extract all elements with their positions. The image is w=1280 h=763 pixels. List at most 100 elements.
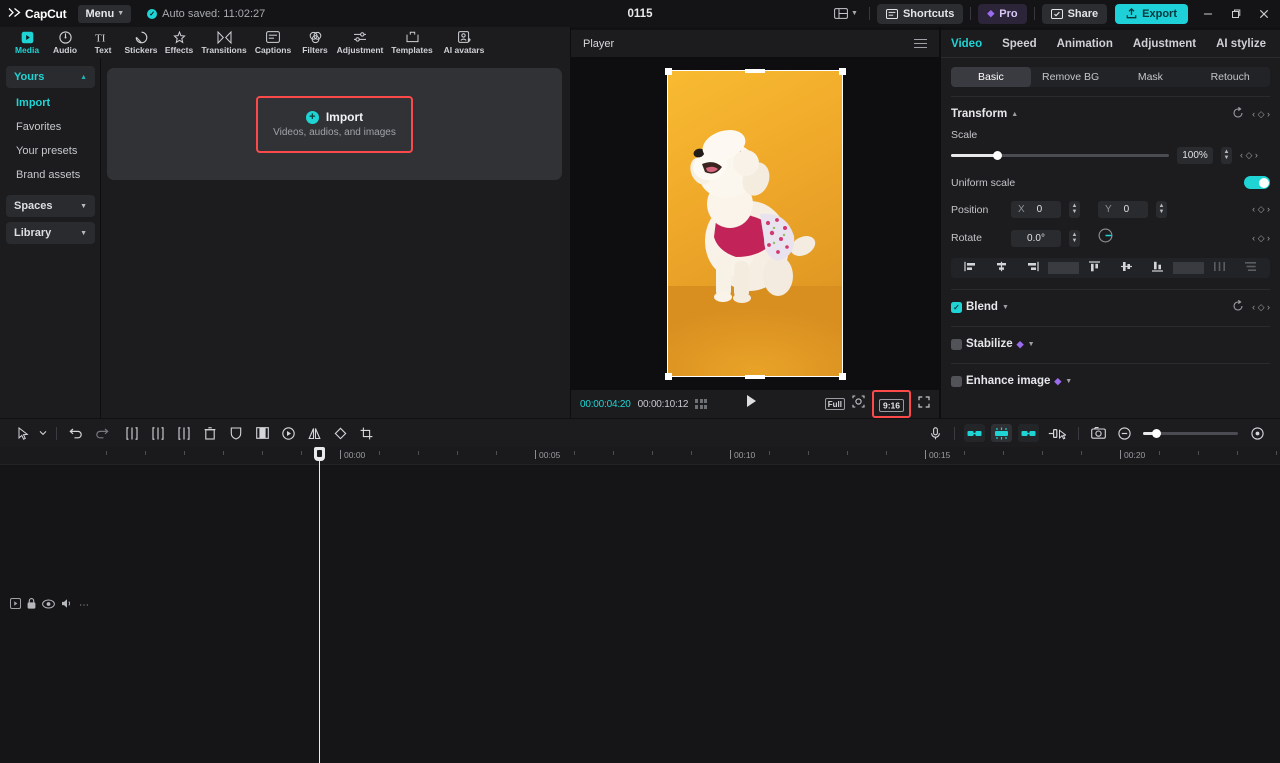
tab-transitions[interactable]: Transitions — [198, 27, 250, 58]
tab-ai-avatars[interactable]: AI avatars — [438, 27, 490, 58]
trim-right-icon[interactable] — [171, 422, 197, 444]
hamburger-icon[interactable] — [914, 39, 927, 49]
track-type-icon[interactable] — [10, 598, 21, 612]
mirror-icon[interactable] — [301, 422, 327, 444]
stabilize-title-group[interactable]: Stabilize ◆ ▼ — [951, 338, 1035, 350]
enhance-title-group[interactable]: Enhance image ◆ ▼ — [951, 375, 1072, 387]
auto-split-icon[interactable] — [991, 424, 1012, 442]
shortcuts-button[interactable]: Shortcuts — [877, 4, 963, 24]
tab-audio[interactable]: Audio — [46, 27, 84, 58]
pro-button[interactable]: ◆ Pro — [978, 4, 1026, 24]
align-right-icon[interactable] — [1017, 261, 1048, 275]
position-x-stepper[interactable]: ▲▼ — [1069, 201, 1080, 218]
nav-group-library[interactable]: Library ▼ — [6, 222, 95, 244]
link-icon[interactable] — [964, 424, 985, 442]
tab-media[interactable]: Media — [8, 27, 46, 58]
eye-icon[interactable] — [42, 599, 55, 612]
position-y-stepper[interactable]: ▲▼ — [1156, 201, 1167, 218]
scale-stepper[interactable]: ▲▼ — [1221, 147, 1232, 164]
keyframe-icon[interactable]: ‹ ◇ › — [1252, 204, 1270, 215]
resize-handle[interactable] — [839, 373, 846, 380]
tab-effects[interactable]: Effects — [160, 27, 198, 58]
tab-ai-stylize[interactable]: AI stylize — [1216, 38, 1266, 50]
align-left-icon[interactable] — [955, 261, 986, 275]
segment-retouch[interactable]: Retouch — [1190, 67, 1270, 87]
align-top-icon[interactable] — [1079, 261, 1110, 275]
sidebar-item-favorites[interactable]: Favorites — [6, 115, 95, 139]
align-middle-v-icon[interactable] — [1110, 261, 1141, 275]
segment-remove-bg[interactable]: Remove BG — [1031, 67, 1111, 87]
export-button[interactable]: Export — [1115, 4, 1188, 24]
resize-handle[interactable] — [745, 375, 765, 379]
select-arrow-icon[interactable] — [10, 422, 36, 444]
rotate-dial-icon[interactable] — [1098, 228, 1113, 248]
uniform-scale-toggle[interactable] — [1244, 176, 1270, 189]
snapshot-icon[interactable] — [1085, 422, 1111, 444]
segment-basic[interactable]: Basic — [951, 67, 1031, 87]
tab-adjustment[interactable]: Adjustment — [1133, 38, 1196, 50]
position-x-field[interactable]: X 0 — [1011, 201, 1061, 218]
quality-button[interactable]: Full — [825, 398, 845, 410]
mixer-icon[interactable] — [1042, 422, 1072, 444]
sidebar-item-brand-assets[interactable]: Brand assets — [6, 163, 95, 187]
transform-title-group[interactable]: Transform ▲ — [951, 108, 1018, 120]
resize-handle[interactable] — [839, 68, 846, 75]
reverse-icon[interactable] — [275, 422, 301, 444]
crop-icon[interactable] — [353, 422, 379, 444]
sidebar-item-import[interactable]: Import — [6, 91, 95, 115]
enhance-checkbox[interactable] — [951, 376, 962, 387]
tab-animation[interactable]: Animation — [1057, 38, 1113, 50]
freeze-frame-icon[interactable] — [249, 422, 275, 444]
tab-captions[interactable]: Captions — [250, 27, 296, 58]
sidebar-item-your-presets[interactable]: Your presets — [6, 139, 95, 163]
tab-filters[interactable]: Filters — [296, 27, 334, 58]
tab-templates[interactable]: Templates — [386, 27, 438, 58]
tab-stickers[interactable]: Stickers — [122, 27, 160, 58]
play-button[interactable] — [747, 395, 756, 407]
nav-group-spaces[interactable]: Spaces ▼ — [6, 195, 95, 217]
blend-title-group[interactable]: ✓ Blend ▼ — [951, 301, 1009, 313]
position-y-field[interactable]: Y 0 — [1098, 201, 1148, 218]
video-preview[interactable] — [668, 71, 842, 376]
scale-value[interactable]: 100% — [1177, 147, 1213, 164]
menu-button[interactable]: Menu ▼ — [78, 5, 131, 23]
close-button[interactable] — [1250, 1, 1278, 27]
align-bottom-icon[interactable] — [1142, 261, 1173, 275]
align-center-h-icon[interactable] — [986, 261, 1017, 275]
lock-icon[interactable] — [27, 598, 36, 612]
keyframe-icon[interactable]: ‹ ◇ › — [1240, 150, 1258, 161]
tab-speed[interactable]: Speed — [1002, 38, 1037, 50]
trim-left-icon[interactable] — [145, 422, 171, 444]
resize-handle[interactable] — [665, 68, 672, 75]
rotate-icon[interactable] — [327, 422, 353, 444]
split-icon[interactable] — [119, 422, 145, 444]
tab-video[interactable]: Video — [951, 38, 982, 50]
media-drop-area[interactable]: + Import Videos, audios, and images — [107, 68, 562, 180]
minimize-button[interactable] — [1194, 1, 1222, 27]
more-icon[interactable]: ⋯ — [79, 600, 89, 611]
timeline-ruler[interactable]: 00:00 00:05 00:10 00:15 00:20 — [0, 447, 1280, 465]
unlink-icon[interactable] — [1018, 424, 1039, 442]
timeline[interactable]: 00:00 00:05 00:10 00:15 00:20 — [0, 447, 1280, 763]
keyframe-icon[interactable]: ‹ ◇ › — [1252, 233, 1270, 244]
zoom-fit-icon[interactable] — [1244, 422, 1270, 444]
mute-icon[interactable] — [61, 598, 73, 612]
import-button[interactable]: + Import Videos, audios, and images — [256, 96, 413, 153]
resize-handle[interactable] — [745, 69, 765, 73]
rotate-value[interactable]: 0.0° — [1011, 230, 1061, 247]
undo-icon[interactable] — [63, 422, 89, 444]
zoom-out-icon[interactable] — [1111, 422, 1137, 444]
blend-checkbox[interactable]: ✓ — [951, 302, 962, 313]
microphone-icon[interactable] — [922, 422, 948, 444]
nav-group-yours[interactable]: Yours ▲ — [6, 66, 95, 88]
redo-icon[interactable] — [89, 422, 115, 444]
stabilize-checkbox[interactable] — [951, 339, 962, 350]
thumbnails-icon[interactable] — [695, 399, 707, 409]
chevron-down-icon[interactable] — [36, 422, 50, 444]
tab-text[interactable]: TI Text — [84, 27, 122, 58]
crop-icon[interactable] — [852, 395, 865, 413]
playhead[interactable] — [319, 447, 320, 763]
tab-adjustment[interactable]: Adjustment — [334, 27, 386, 58]
aspect-ratio-button[interactable]: 9:16 — [879, 399, 904, 412]
shield-icon[interactable] — [223, 422, 249, 444]
